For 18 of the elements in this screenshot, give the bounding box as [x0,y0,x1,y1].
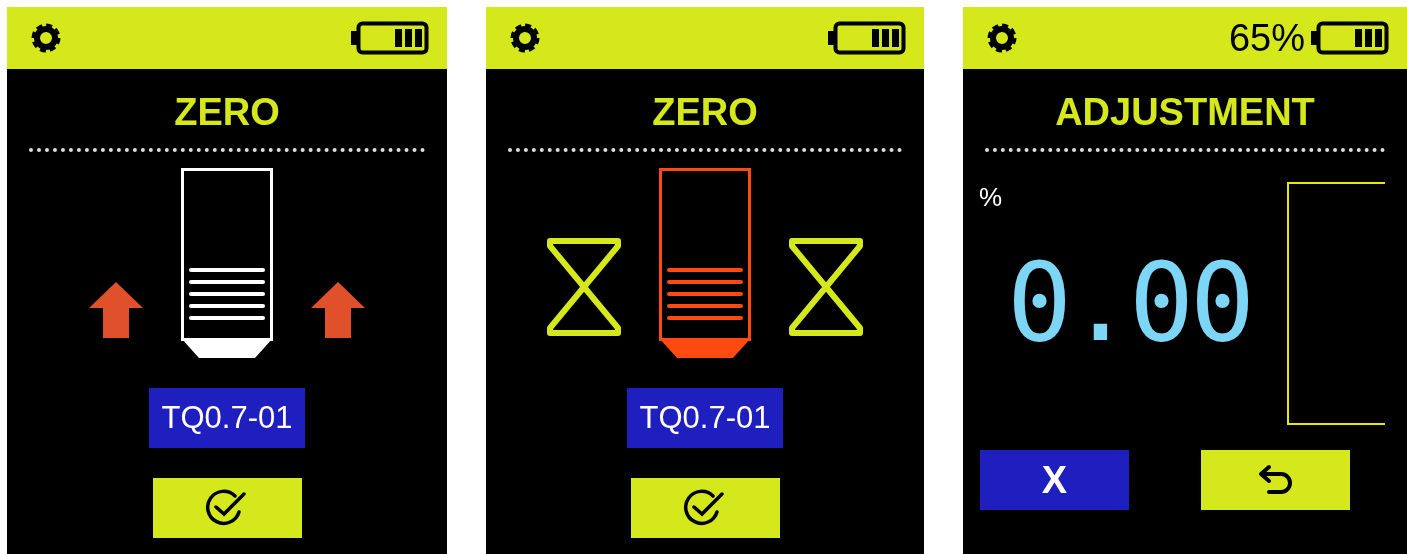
cancel-button[interactable]: X [980,450,1129,510]
screen-title: ZERO [173,90,281,134]
battery-icon [351,21,429,55]
tool-label: TQ0.7-01 [148,388,306,448]
check-circle-icon [205,488,249,528]
unit-label: % [979,182,1003,213]
battery-icon [1311,21,1389,55]
check-circle-icon [683,488,727,528]
screen-title: ADJUSTMENT [1054,90,1316,134]
confirm-button[interactable] [630,478,780,538]
battery-percent: 65% [1228,16,1305,60]
battery-icon [828,21,906,55]
tool-label: TQ0.7-01 [626,388,784,448]
back-button[interactable] [1201,450,1350,510]
confirm-button[interactable] [152,478,302,538]
digital-reading: 0.00 [1007,249,1252,357]
return-icon [1256,464,1295,496]
screen-title: ZERO [651,90,759,134]
